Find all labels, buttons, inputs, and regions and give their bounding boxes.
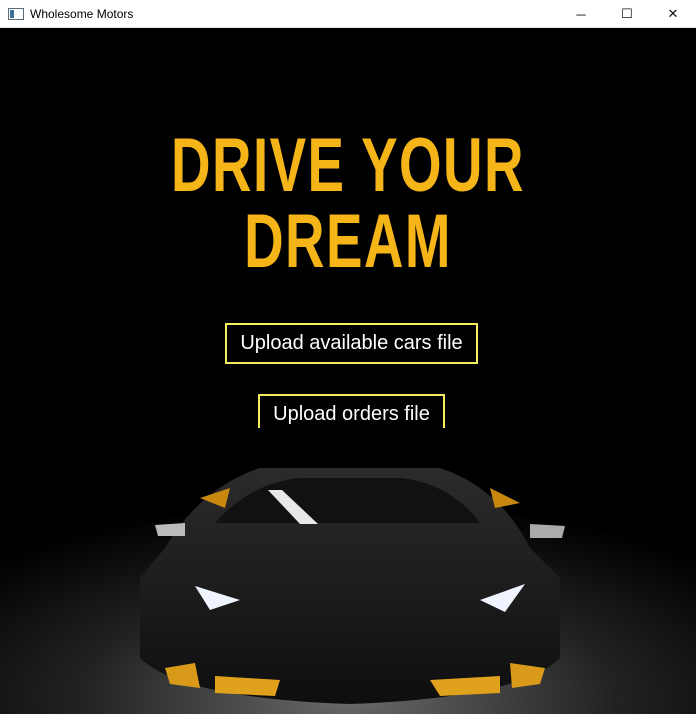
- app-window-icon: [8, 7, 24, 20]
- sports-car-image: [0, 428, 696, 714]
- window-controls: ─ ☐ ✕: [558, 0, 696, 28]
- window-title: Wholesome Motors: [30, 6, 134, 21]
- headline: DRIVE YOUR DREAM: [171, 123, 525, 284]
- close-button[interactable]: ✕: [650, 0, 696, 28]
- upload-cars-button[interactable]: Upload available cars file: [225, 323, 478, 364]
- maximize-button[interactable]: ☐: [604, 0, 650, 28]
- app-window: Wholesome Motors ─ ☐ ✕ DRIVE YOUR DREAM …: [0, 0, 696, 714]
- minimize-button[interactable]: ─: [558, 0, 604, 28]
- main-content: DRIVE YOUR DREAM Upload available cars f…: [0, 28, 696, 714]
- title-bar[interactable]: Wholesome Motors ─ ☐ ✕: [0, 0, 696, 28]
